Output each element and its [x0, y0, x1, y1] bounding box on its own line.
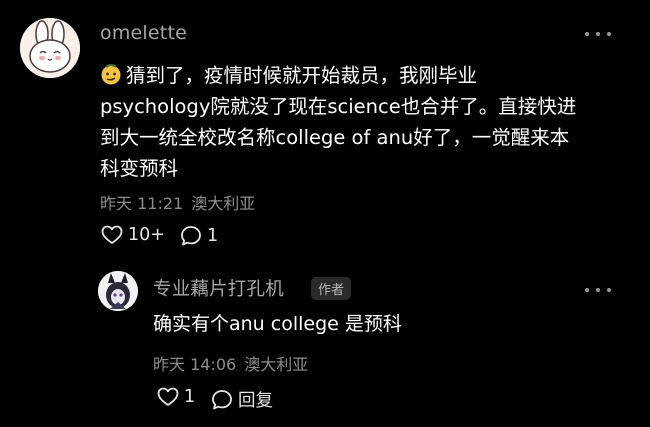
- comment-bubble-icon: [212, 389, 232, 409]
- avatar[interactable]: [20, 18, 80, 78]
- reply-username[interactable]: 专业藕片打孔机: [153, 275, 284, 301]
- comment-line: psychology院就没了现在science也合并了。直接快进: [100, 95, 577, 118]
- location: 澳大利亚: [191, 194, 256, 213]
- comment-bubble-icon: [181, 226, 201, 246]
- reply-body: 确实有个anu college 是预科: [153, 313, 402, 335]
- reply-button[interactable]: 回复: [211, 387, 273, 412]
- timestamp: 昨天 11:21: [100, 194, 184, 213]
- like-count: 10+: [128, 225, 165, 245]
- more-options-icon[interactable]: [585, 284, 611, 296]
- avatar[interactable]: [98, 271, 138, 311]
- reply-meta: 昨天 14:06 澳大利亚: [153, 351, 308, 375]
- comment-line: 到大一统全校改名称college of anu好了，一觉醒来本: [100, 126, 570, 149]
- heart-icon: [157, 387, 179, 406]
- comment-line: 猜到了，疫情时候就开始裁员，我刚毕业: [100, 60, 576, 91]
- reply-label: 回复: [238, 391, 273, 411]
- comment-username[interactable]: omelette: [100, 22, 187, 44]
- like-count: 1: [184, 387, 196, 407]
- more-options-icon[interactable]: [585, 28, 611, 40]
- comment-meta: 昨天 11:21 澳大利亚: [100, 190, 255, 214]
- author-badge: 作者: [311, 277, 352, 300]
- like-button[interactable]: 1: [157, 387, 195, 407]
- bunny-avatar-icon: [20, 18, 80, 78]
- like-button[interactable]: 10+: [101, 225, 165, 245]
- timestamp: 昨天 14:06: [153, 355, 237, 374]
- location: 澳大利亚: [244, 355, 309, 374]
- reply-count: 1: [207, 226, 219, 246]
- smirk-face-emoji-icon: [101, 64, 121, 85]
- character-avatar-icon: [98, 271, 138, 311]
- comment-body: 猜到了，疫情时候就开始裁员，我刚毕业 psychology院就没了现在scien…: [100, 60, 576, 184]
- reply-button[interactable]: 1: [180, 225, 218, 247]
- heart-icon: [101, 225, 123, 244]
- comment-line: 科变预科: [100, 157, 179, 180]
